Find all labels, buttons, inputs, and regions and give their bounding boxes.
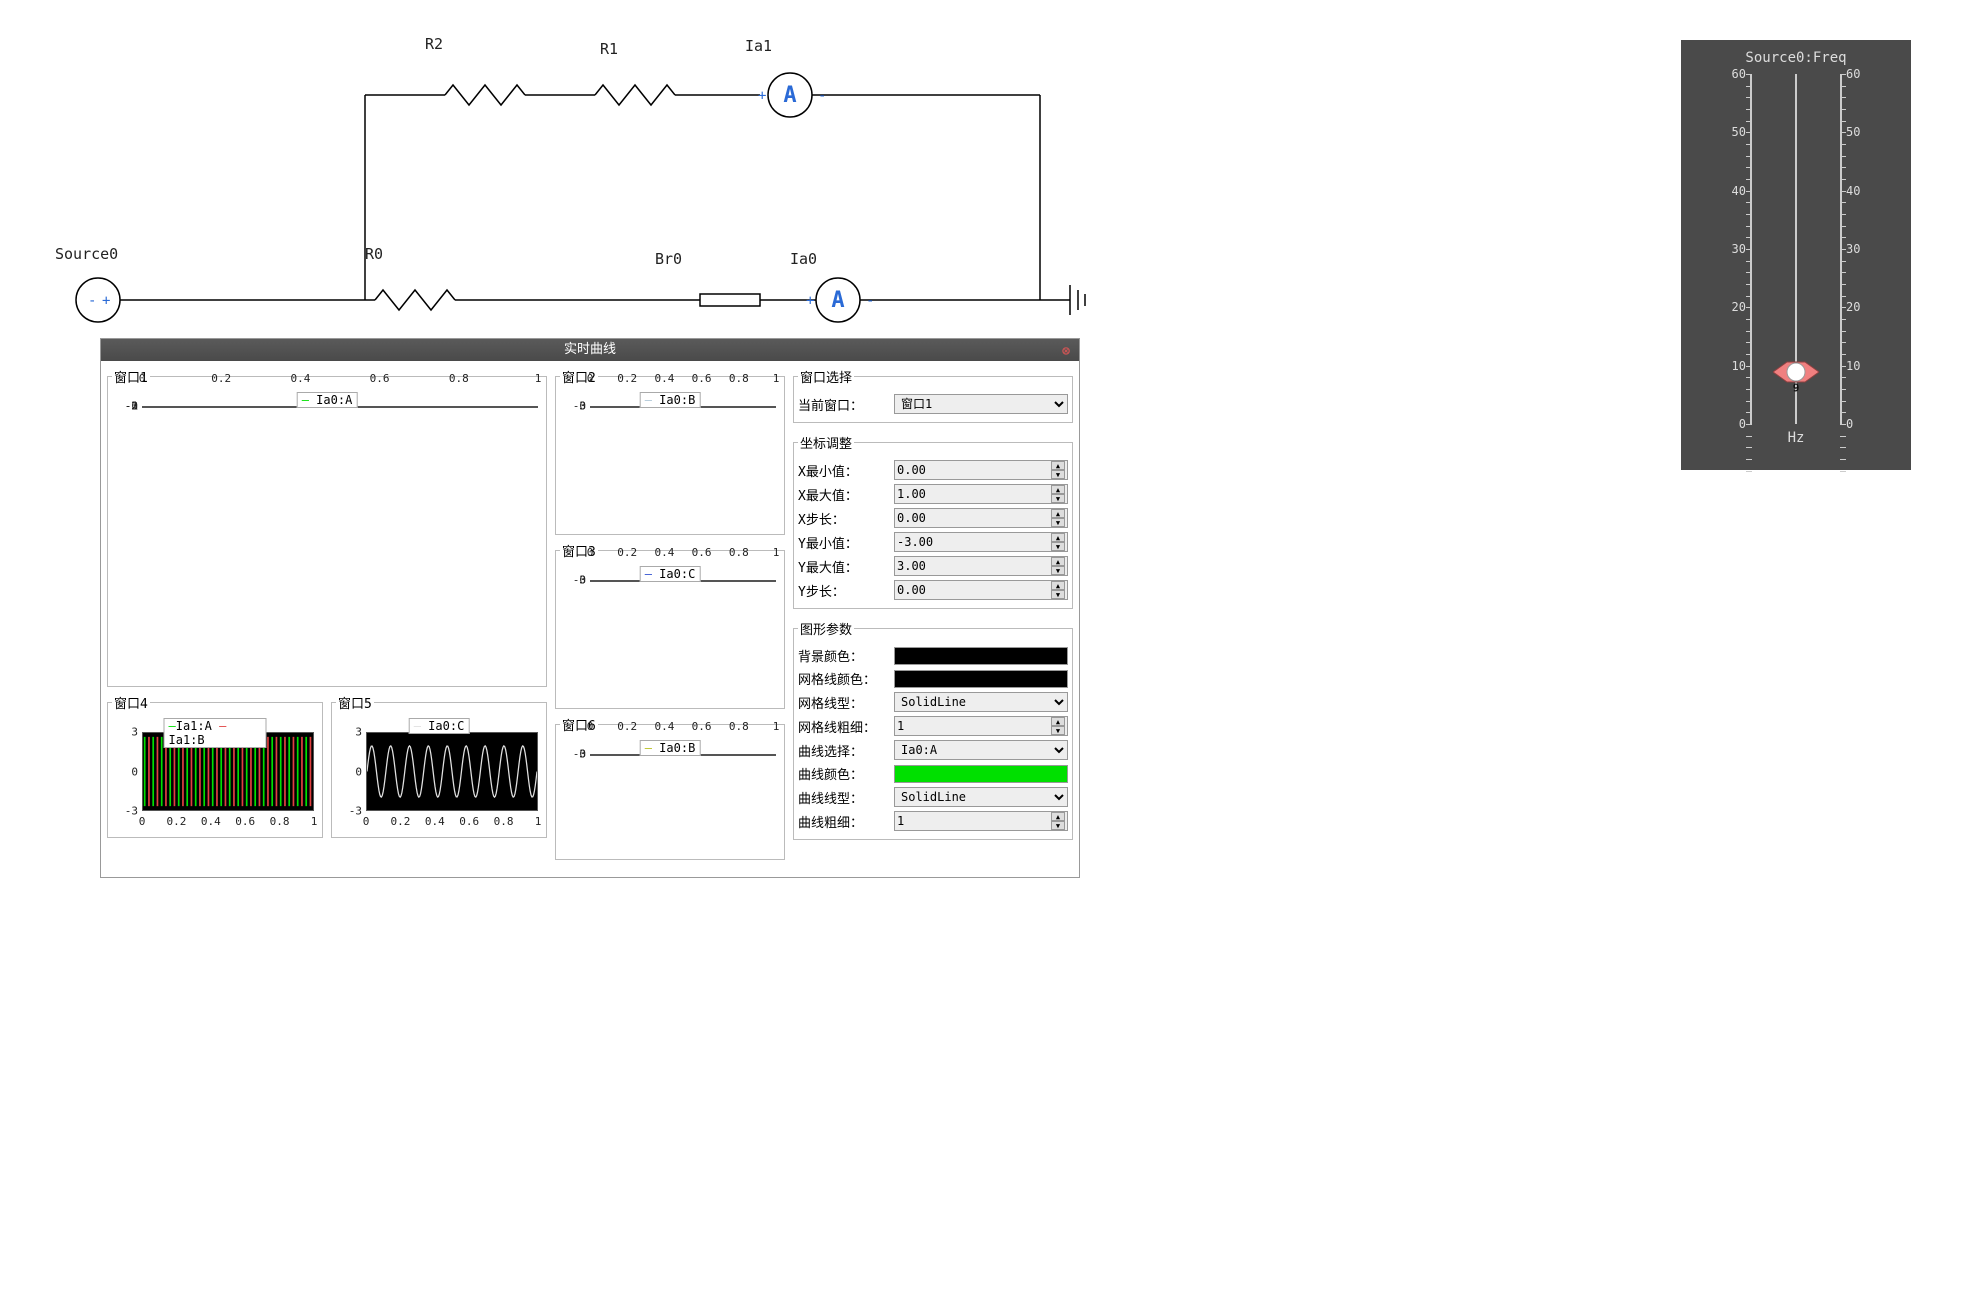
current-window-label: 当前窗口： xyxy=(798,395,888,414)
bg-color-swatch[interactable] xyxy=(894,647,1068,665)
spin-down-icon[interactable]: ▼ xyxy=(1051,470,1065,479)
slider-track[interactable]: 9 xyxy=(1766,74,1826,424)
realtime-panel: 实时曲线 ⊗ 窗口1 – Ia0:A 3210-1-2-3 00.20.40.6… xyxy=(100,338,1080,878)
xstep-input[interactable]: 0.00▲▼ xyxy=(894,508,1068,528)
label-r2: R2 xyxy=(425,35,443,53)
circuit-diagram: A + - A + - - + Source0 R2 R1 Ia1 R0 Br0… xyxy=(0,0,1150,340)
graph-params-group: 图形参数 背景颜色： 网格线颜色： 网格线型：SolidLine 网格线粗细：1… xyxy=(793,619,1073,840)
plot5-legend: – Ia0:C xyxy=(409,718,470,734)
close-icon[interactable]: ⊗ xyxy=(1057,341,1075,359)
plot6-legend: – Ia0:B xyxy=(640,740,701,756)
plot2-legend: – Ia0:B xyxy=(640,392,701,408)
label-source0: Source0 xyxy=(55,245,118,263)
plot-window-6: 窗口6 – Ia0:B 30-3 00.20.40.60.81 xyxy=(555,715,785,860)
curve-select[interactable]: Ia0:A xyxy=(894,740,1068,760)
circuit-svg: A + - A + - - + xyxy=(0,0,1150,340)
slider-scale-left: 6050403020100 xyxy=(1718,74,1758,424)
slider-value: 9 xyxy=(1793,381,1800,394)
plot1-legend: – Ia0:A xyxy=(297,392,358,408)
curve-color-swatch[interactable] xyxy=(894,765,1068,783)
plot3-legend: – Ia0:C xyxy=(640,566,701,582)
freq-slider-panel: Source0:Freq 6050403020100 9 60504030201… xyxy=(1681,40,1911,470)
window-select-group: 窗口选择 当前窗口： 窗口1 xyxy=(793,367,1073,423)
controls-panel: 窗口选择 当前窗口： 窗口1 坐标调整 X最小值：0.00▲▼ X最大值：1.0… xyxy=(793,367,1073,871)
ymax-input[interactable]: 3.00▲▼ xyxy=(894,556,1068,576)
label-br0: Br0 xyxy=(655,250,682,268)
ystep-input[interactable]: 0.00▲▼ xyxy=(894,580,1068,600)
curvetype-select[interactable]: SolidLine xyxy=(894,787,1068,807)
plot-window-5: 窗口5 – Ia0:C 30-3 00.20.40.60.81 xyxy=(331,693,547,838)
xmin-input[interactable]: 0.00▲▼ xyxy=(894,460,1068,480)
xmax-input[interactable]: 1.00▲▼ xyxy=(894,484,1068,504)
plot5-title: 窗口5 xyxy=(336,693,374,712)
svg-text:+: + xyxy=(102,293,110,309)
ammeter-ia0-symbol: A xyxy=(831,288,844,313)
current-window-select[interactable]: 窗口1 xyxy=(894,394,1068,414)
plot-window-4: 窗口4 –Ia1:A –Ia1:B 30-3 00.20.40.60.81 xyxy=(107,693,323,838)
svg-text:-: - xyxy=(88,293,96,309)
plot1-xaxis: 00.20.40.60.81 xyxy=(142,372,538,388)
label-ia1: Ia1 xyxy=(745,37,772,55)
svg-text:-: - xyxy=(866,293,874,309)
slider-unit: Hz xyxy=(1691,430,1901,446)
label-r0: R0 xyxy=(365,245,383,263)
gridtype-select[interactable]: SolidLine xyxy=(894,692,1068,712)
panel-title: 实时曲线 ⊗ xyxy=(101,339,1079,361)
svg-text:+: + xyxy=(758,88,766,104)
plot-window-2: 窗口2 – Ia0:B 30-3 00.20.40.60.81 xyxy=(555,367,785,535)
slider-title: Source0:Freq xyxy=(1691,50,1901,66)
curvewidth-input[interactable]: 1▲▼ xyxy=(894,811,1068,831)
label-r1: R1 xyxy=(600,40,618,58)
grid-color-swatch[interactable] xyxy=(894,670,1068,688)
ymin-input[interactable]: -3.00▲▼ xyxy=(894,532,1068,552)
plot-window-3: 窗口3 – Ia0:C 30-3 00.20.40.60.81 xyxy=(555,541,785,709)
slider-scale-right: 6050403020100 xyxy=(1834,74,1874,424)
spin-up-icon[interactable]: ▲ xyxy=(1051,461,1065,470)
label-ia0: Ia0 xyxy=(790,250,817,268)
plot4-title: 窗口4 xyxy=(112,693,150,712)
svg-text:+: + xyxy=(806,293,814,309)
plot5-canvas[interactable] xyxy=(366,732,538,811)
slider-handle[interactable]: 9 xyxy=(1773,360,1819,384)
svg-text:-: - xyxy=(818,88,826,104)
plot4-legend: –Ia1:A –Ia1:B xyxy=(164,718,267,748)
coord-group: 坐标调整 X最小值：0.00▲▼ X最大值：1.00▲▼ X步长：0.00▲▼ … xyxy=(793,433,1073,609)
plot-window-1: 窗口1 – Ia0:A 3210-1-2-3 00.20.40.60.81 xyxy=(107,367,547,687)
ammeter-ia1-symbol: A xyxy=(783,83,796,108)
gridwidth-input[interactable]: 1▲▼ xyxy=(894,716,1068,736)
